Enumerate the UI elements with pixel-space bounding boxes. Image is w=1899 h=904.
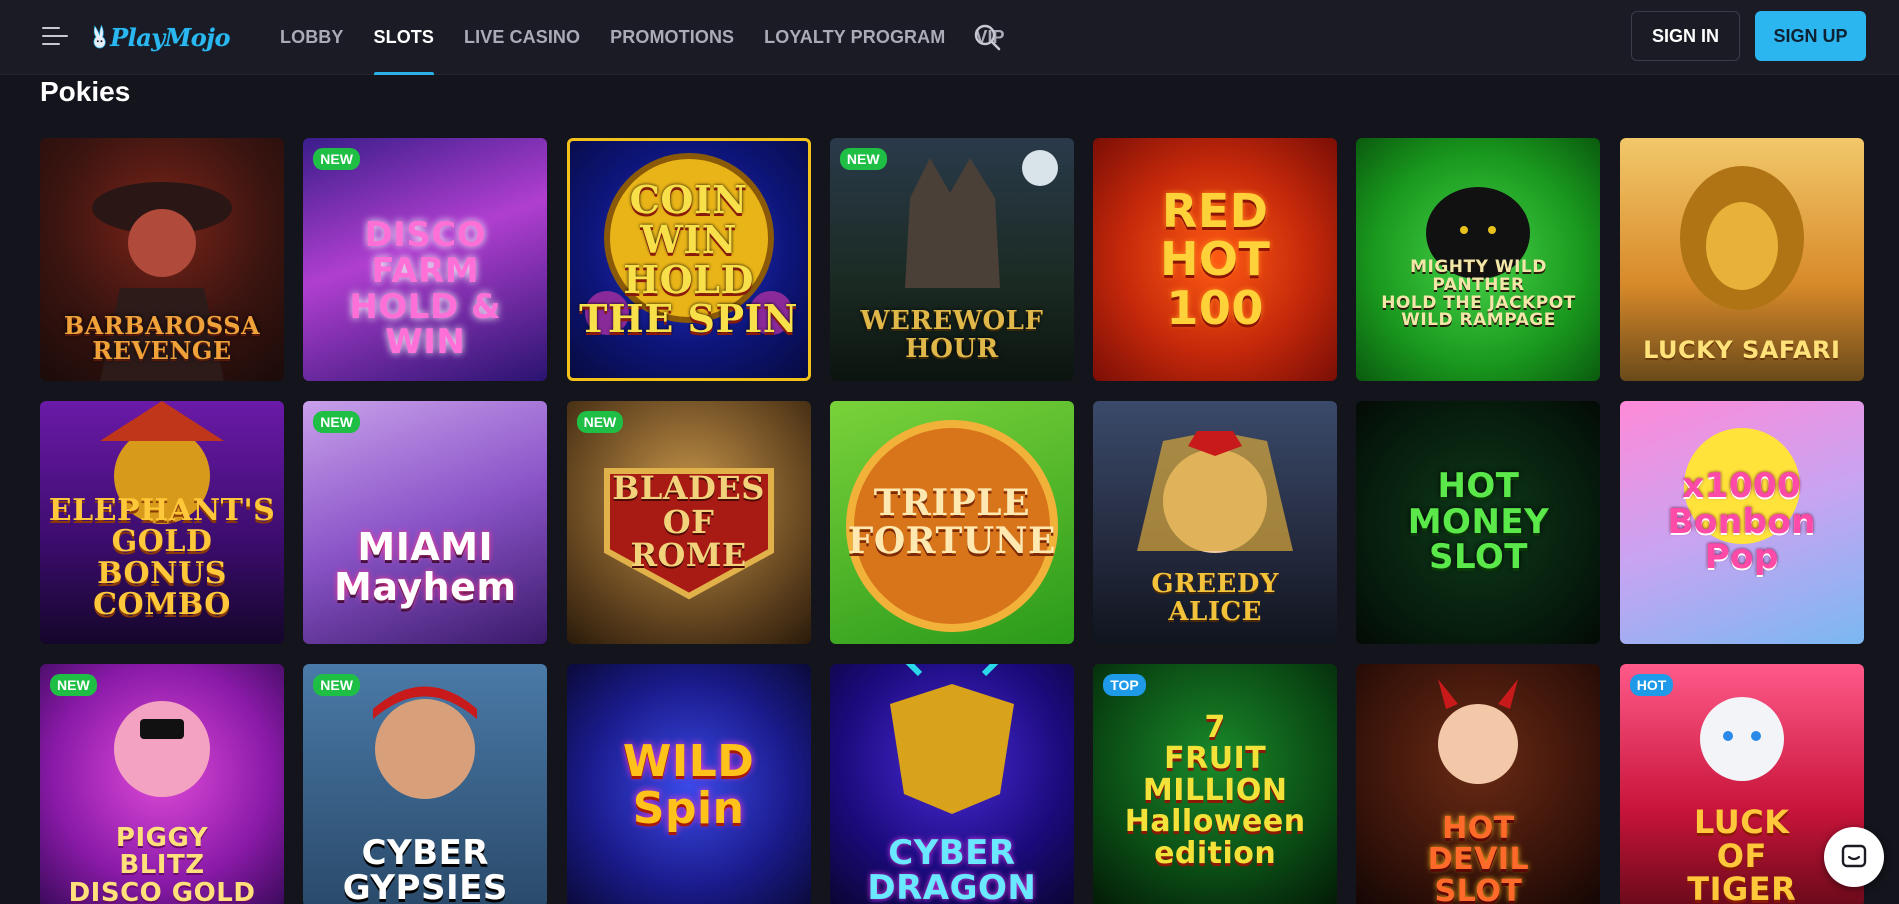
game-title: MIAMI Mayhem: [334, 524, 517, 609]
game-title: MIGHTY WILD PANTHER HOLD THE JACKPOT WIL…: [1381, 256, 1576, 331]
game-tile-blades-of-rome[interactable]: NEW BLADES OF ROME: [566, 401, 811, 644]
game-tile-triple-fortune[interactable]: TRIPLE FORTUNE: [829, 401, 1074, 644]
game-title: CYBER GYPSIES: [342, 832, 508, 904]
playmojo-logo[interactable]: PlayMojo: [90, 12, 230, 62]
game-tile-greedy-alice[interactable]: GREEDY ALICE: [1093, 401, 1338, 644]
game-tile-coin-win[interactable]: COIN WIN HOLD THE SPIN: [566, 138, 811, 381]
nav-loyalty-program[interactable]: LOYALTY PROGRAM: [764, 0, 945, 75]
game-title: HOT DEVIL SLOT: [1427, 810, 1530, 904]
game-title: GREEDY ALICE: [1151, 569, 1279, 627]
game-tile-mighty-wild-panther[interactable]: MIGHTY WILD PANTHER HOLD THE JACKPOT WIL…: [1356, 138, 1601, 381]
badge-new: NEW: [839, 148, 887, 170]
game-tile-piggy-blitz-disco-gold[interactable]: NEW PIGGY Blitz DISCO GOLD: [40, 664, 284, 904]
sign-up-button[interactable]: SIGN UP: [1755, 11, 1866, 61]
chat-icon: [1841, 844, 1867, 868]
game-title: BARBAROSSA REVENGE: [63, 310, 261, 365]
live-chat-button[interactable]: [1824, 827, 1884, 887]
game-tile-bonbon-pop[interactable]: x1000 Bonbon Pop: [1619, 401, 1864, 644]
game-tile-cyber-dragon[interactable]: CYBER DRAGON: [829, 664, 1074, 904]
badge-new: NEW: [313, 148, 360, 170]
rabbit-logo-icon: [93, 24, 106, 49]
games-grid: BARBAROSSA REVENGE NEW DISCO Farm HOLD &…: [40, 138, 1866, 904]
game-title: WILD Spin: [622, 736, 755, 834]
main-nav: LOBBY SLOTS LIVE CASINO PROMOTIONS LOYAL…: [280, 0, 1035, 75]
game-tile-barbarossa-revenge[interactable]: BARBAROSSA REVENGE: [40, 138, 284, 381]
game-title: TRIPLE FORTUNE: [847, 481, 1056, 562]
logo-text: PlayMojo: [110, 22, 230, 52]
game-title: ELEPHANT'S GOLD BONUS COMBO: [48, 492, 276, 622]
badge-new: NEW: [576, 411, 624, 433]
hamburger-menu-icon[interactable]: [42, 25, 68, 47]
nav-lobby[interactable]: LOBBY: [280, 0, 344, 75]
game-title: PIGGY Blitz DISCO GOLD: [68, 823, 256, 904]
game-title: 7 FRUIT MILLION Halloween edition: [1124, 709, 1306, 871]
game-tile-hot-money-slot[interactable]: HOT MONEY Slot: [1356, 401, 1601, 644]
game-title: BLADES OF ROME: [612, 469, 765, 575]
game-tile-disco-farm[interactable]: NEW DISCO Farm HOLD & WIN: [303, 138, 548, 381]
game-tile-red-hot-100[interactable]: RED HOT 100: [1093, 138, 1338, 381]
game-title: HOT MONEY Slot: [1407, 465, 1550, 578]
top-header: PlayMojo LOBBY SLOTS LIVE CASINO PROMOTI…: [0, 0, 1899, 75]
game-tile-cyber-gypsies[interactable]: NEW CYBER GYPSIES: [303, 664, 548, 904]
game-title: COIN WIN HOLD THE SPIN: [579, 176, 799, 342]
game-title: DISCO Farm HOLD & WIN: [349, 215, 502, 363]
game-title: RED HOT 100: [1159, 184, 1271, 335]
badge-hot: HOT: [1629, 674, 1674, 696]
game-tile-hot-devil-slot[interactable]: HOT DEVIL SLOT: [1356, 664, 1601, 904]
nav-promotions[interactable]: PROMOTIONS: [610, 0, 734, 75]
nav-live-casino[interactable]: LIVE CASINO: [464, 0, 580, 75]
badge-new: NEW: [313, 674, 360, 696]
game-title: CYBER DRAGON: [867, 832, 1037, 904]
game-title: WEREWOLF HOUR: [860, 306, 1044, 364]
game-tile-miami-mayhem[interactable]: NEW MIAMI Mayhem: [303, 401, 548, 644]
game-title: x1000 Bonbon Pop: [1667, 465, 1816, 578]
game-title: LUCKY SAFARI: [1643, 335, 1841, 364]
game-tile-elephants-gold[interactable]: ELEPHANT'S GOLD BONUS COMBO: [40, 401, 284, 644]
game-tile-fruit-million-halloween[interactable]: TOP 7 FRUIT MILLION Halloween edition: [1093, 664, 1338, 904]
game-tile-wild-spin[interactable]: WILD Spin: [566, 664, 811, 904]
badge-top: TOP: [1103, 674, 1146, 696]
badge-new: NEW: [50, 674, 97, 696]
sign-in-button[interactable]: SIGN IN: [1631, 11, 1740, 61]
section-title: Pokies: [40, 76, 131, 107]
search-icon[interactable]: [972, 22, 1002, 52]
game-tile-werewolf-hour[interactable]: NEW WEREWOLF HOUR: [829, 138, 1074, 381]
nav-slots[interactable]: SLOTS: [373, 0, 435, 75]
game-tile-lucky-safari[interactable]: LUCKY SAFARI: [1619, 138, 1864, 381]
badge-new: NEW: [313, 411, 360, 433]
